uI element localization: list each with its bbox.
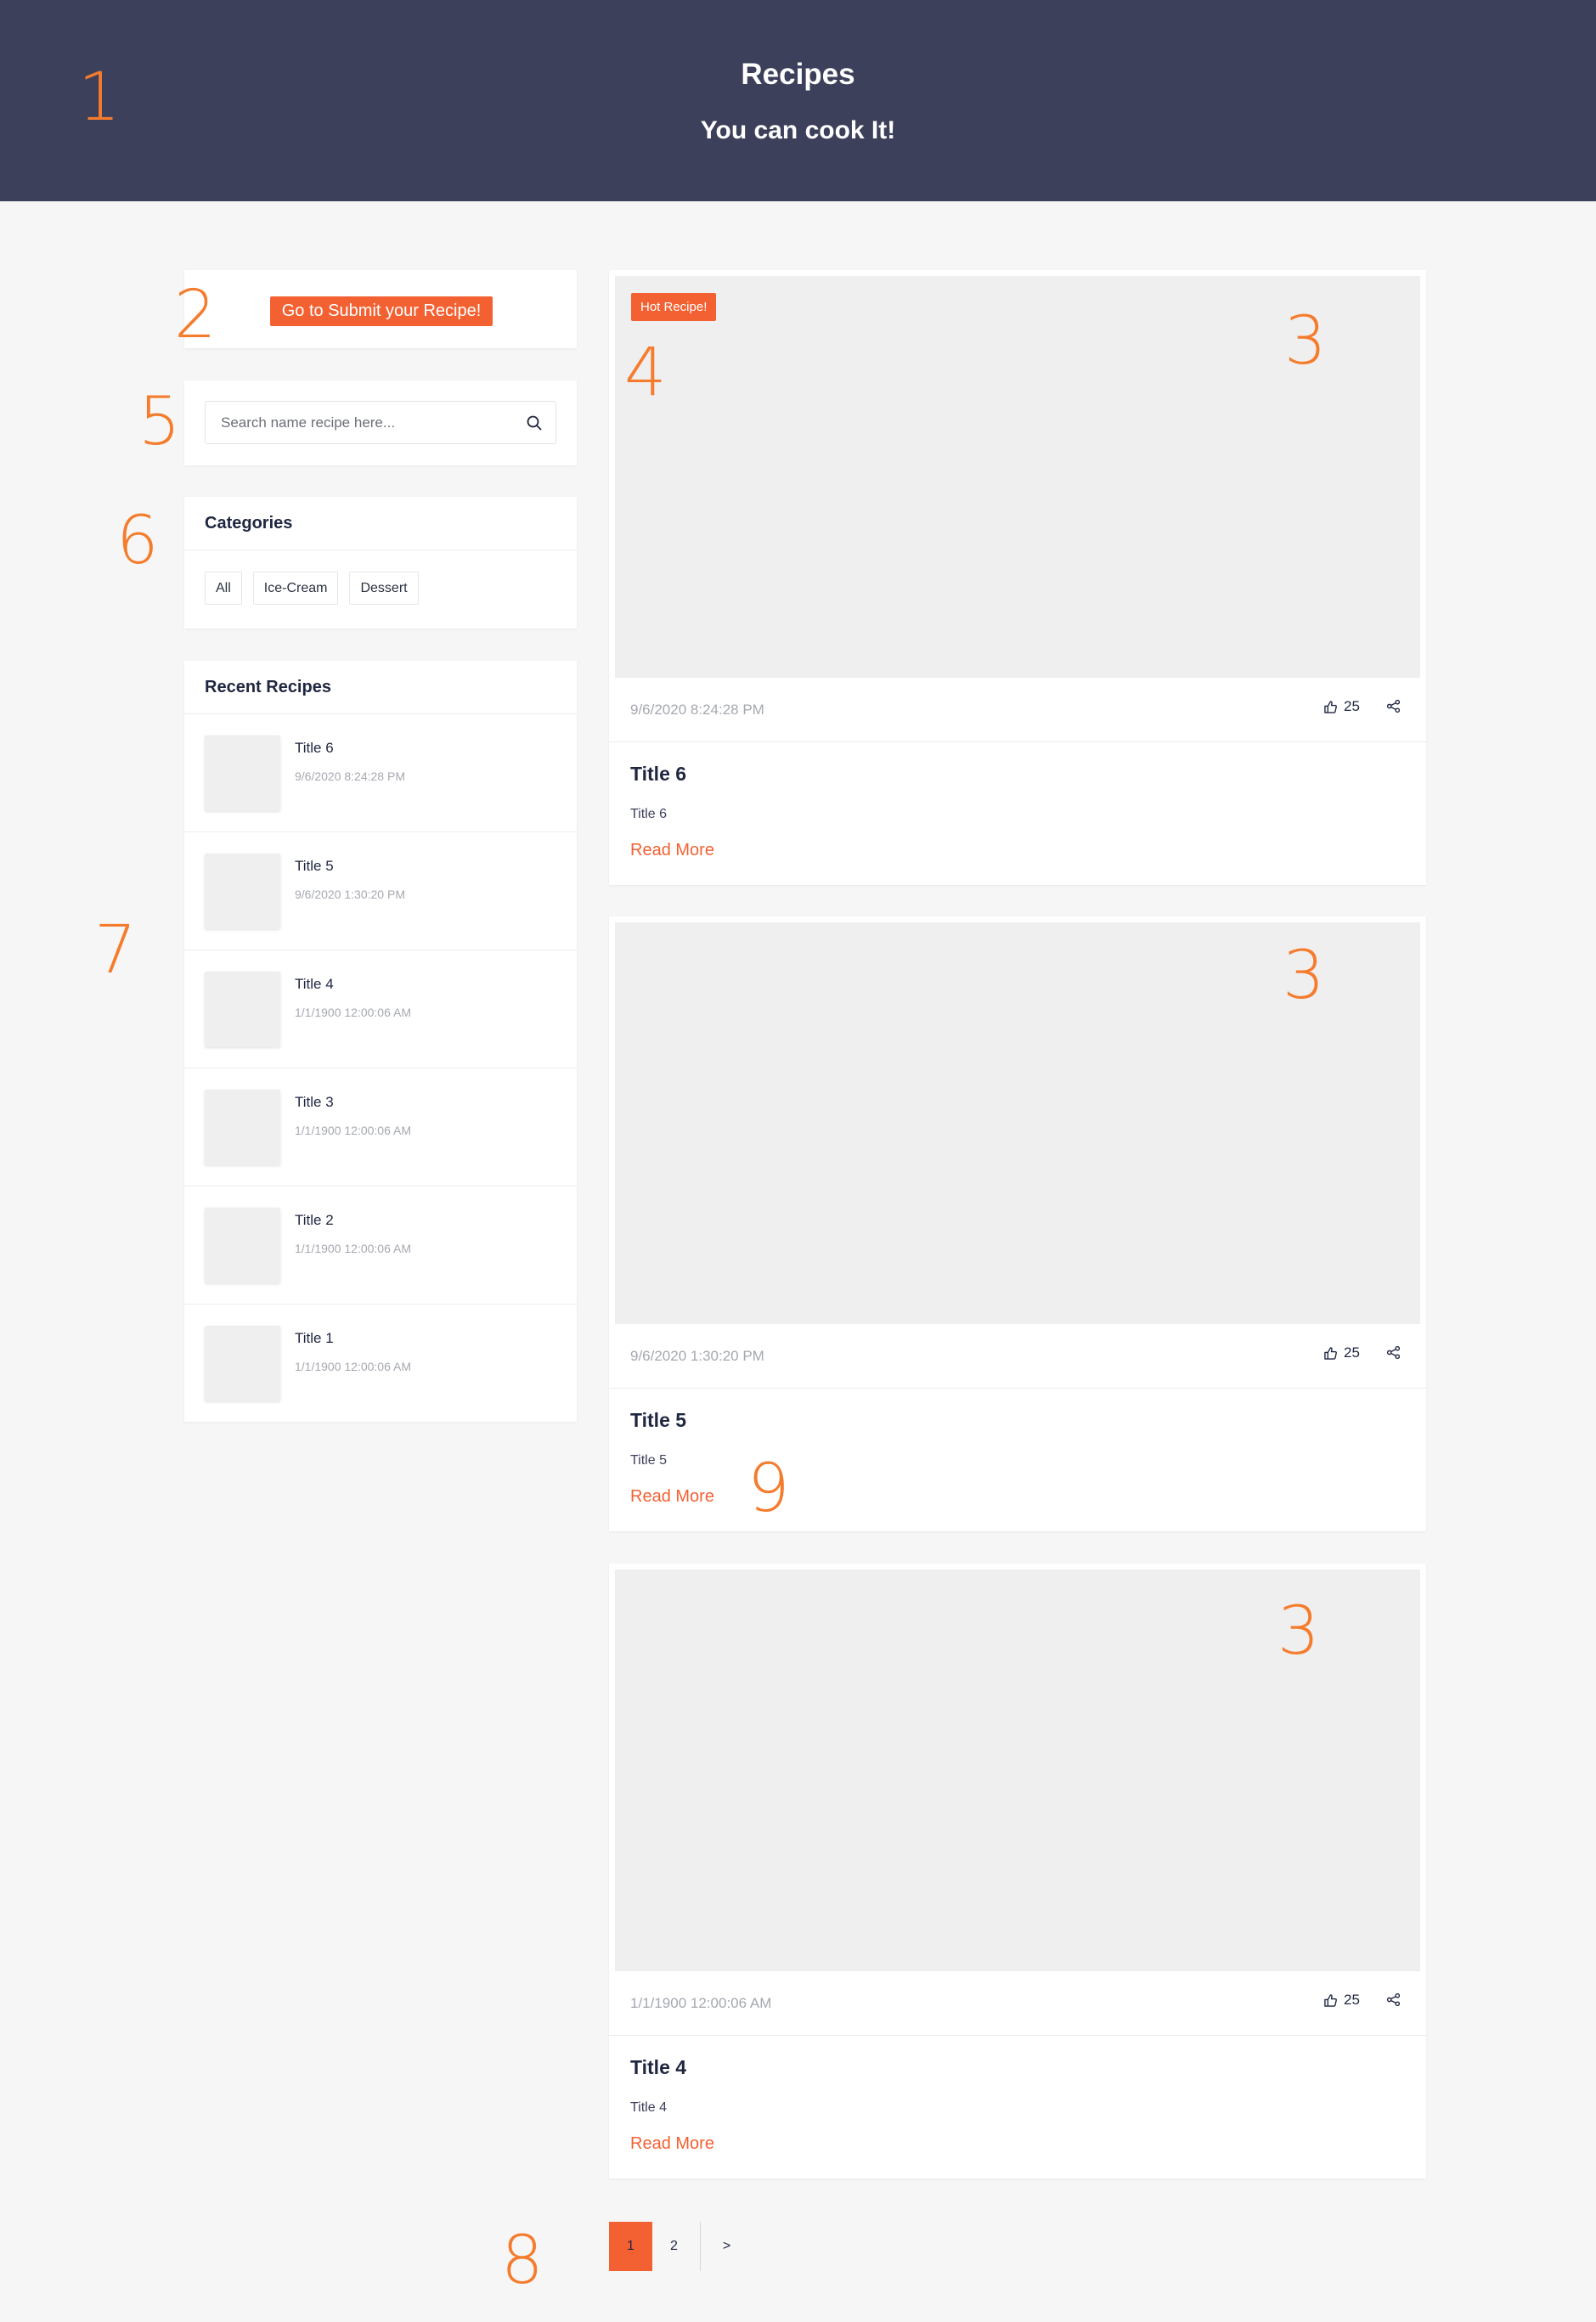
pagination-divider bbox=[700, 2222, 701, 2271]
annotation-marker: 3 bbox=[1277, 1593, 1320, 1670]
recent-recipe-title[interactable]: Title 6 bbox=[295, 740, 334, 757]
recent-recipe-item[interactable]: Title 1 1/1/1900 12:00:06 AM bbox=[184, 1305, 577, 1423]
recent-recipe-title[interactable]: Title 3 bbox=[295, 1094, 334, 1111]
category-tag-ice-cream[interactable]: Ice-Cream bbox=[252, 572, 339, 605]
recipe-title[interactable]: Title 6 bbox=[630, 763, 686, 786]
recent-recipe-date: 1/1/1900 12:00:06 AM bbox=[295, 1242, 411, 1255]
submit-recipe-button[interactable]: Go to Submit your Recipe! bbox=[270, 296, 493, 326]
recent-recipe-item[interactable]: Title 3 1/1/1900 12:00:06 AM bbox=[184, 1068, 577, 1186]
recipe-date: 1/1/1900 12:00:06 AM bbox=[630, 1995, 772, 2011]
annotation-marker: 3 bbox=[1284, 303, 1327, 380]
read-more-link[interactable]: Read More bbox=[630, 841, 714, 860]
recent-recipe-item[interactable]: Title 5 9/6/2020 1:30:20 PM bbox=[184, 832, 577, 950]
recipe-excerpt: Title 6 bbox=[630, 807, 667, 821]
recent-recipe-thumbnail[interactable] bbox=[205, 1208, 280, 1283]
categories-widget: Categories All Ice-Cream Dessert bbox=[184, 497, 577, 628]
thumbs-up-icon bbox=[1324, 1346, 1337, 1360]
recent-recipe-date: 9/6/2020 8:24:28 PM bbox=[295, 769, 405, 783]
recent-recipe-thumbnail[interactable] bbox=[205, 1326, 280, 1401]
like-count: 25 bbox=[1344, 1344, 1360, 1361]
recipe-meta: 1/1/1900 12:00:06 AM 25 bbox=[609, 1971, 1426, 2036]
categories-heading: Categories bbox=[184, 497, 577, 550]
site-header: Recipes You can cook It! bbox=[0, 0, 1596, 201]
recent-recipe-date: 1/1/1900 12:00:06 AM bbox=[295, 1360, 411, 1373]
recent-recipe-thumbnail[interactable] bbox=[205, 735, 280, 811]
recipe-title[interactable]: Title 5 bbox=[630, 1409, 686, 1432]
like-button[interactable]: 25 bbox=[1323, 1992, 1360, 2009]
annotation-marker: 8 bbox=[501, 2223, 544, 2299]
next-page-button[interactable]: > bbox=[705, 2222, 748, 2271]
recent-recipe-title[interactable]: Title 1 bbox=[295, 1330, 334, 1347]
recent-recipe-thumbnail[interactable] bbox=[205, 972, 280, 1047]
site-subtitle: You can cook It! bbox=[700, 116, 896, 144]
annotation-marker: 1 bbox=[78, 59, 121, 136]
recipe-title[interactable]: Title 4 bbox=[630, 2056, 686, 2079]
search-input[interactable] bbox=[206, 414, 513, 431]
hot-recipe-badge: Hot Recipe! bbox=[631, 293, 717, 321]
annotation-marker: 9 bbox=[747, 1451, 790, 1527]
recent-recipes-heading: Recent Recipes bbox=[184, 661, 577, 714]
recent-recipe-date: 9/6/2020 1:30:20 PM bbox=[295, 888, 405, 901]
like-count: 25 bbox=[1344, 1992, 1360, 2008]
recent-recipe-title[interactable]: Title 4 bbox=[295, 976, 334, 993]
annotation-marker: 5 bbox=[138, 384, 181, 460]
category-list: All Ice-Cream Dessert bbox=[205, 572, 419, 605]
read-more-link[interactable]: Read More bbox=[630, 2134, 714, 2154]
recipe-date: 9/6/2020 8:24:28 PM bbox=[630, 702, 764, 718]
recent-recipe-item[interactable]: Title 6 9/6/2020 8:24:28 PM bbox=[184, 714, 577, 832]
search-box bbox=[205, 401, 556, 444]
search-icon[interactable] bbox=[513, 402, 555, 443]
share-icon[interactable] bbox=[1386, 1992, 1401, 2011]
search-widget bbox=[184, 380, 577, 465]
recent-recipe-item[interactable]: Title 4 1/1/1900 12:00:06 AM bbox=[184, 950, 577, 1068]
recipe-meta: 9/6/2020 1:30:20 PM 25 bbox=[609, 1324, 1426, 1389]
share-icon[interactable] bbox=[1386, 1345, 1401, 1364]
annotation-marker: 3 bbox=[1283, 938, 1325, 1014]
category-tag-dessert[interactable]: Dessert bbox=[349, 572, 419, 605]
page-button-1[interactable]: 1 bbox=[609, 2222, 652, 2271]
page-button-2[interactable]: 2 bbox=[652, 2222, 696, 2271]
share-icon[interactable] bbox=[1386, 699, 1401, 718]
annotation-marker: 2 bbox=[174, 277, 217, 353]
like-button[interactable]: 25 bbox=[1323, 698, 1360, 715]
recent-recipe-date: 1/1/1900 12:00:06 AM bbox=[295, 1124, 411, 1137]
submit-widget: Go to Submit your Recipe! bbox=[184, 270, 577, 348]
category-tag-all[interactable]: All bbox=[205, 572, 242, 605]
recent-recipe-title[interactable]: Title 5 bbox=[295, 858, 334, 875]
thumbs-up-icon bbox=[1324, 700, 1337, 713]
annotation-marker: 4 bbox=[624, 335, 667, 411]
recipe-date: 9/6/2020 1:30:20 PM bbox=[630, 1348, 764, 1364]
pagination: 1 2 > bbox=[609, 2221, 748, 2272]
recent-recipe-thumbnail[interactable] bbox=[205, 1090, 280, 1165]
recipe-meta: 9/6/2020 8:24:28 PM 25 bbox=[609, 678, 1426, 742]
recent-recipes-widget: Recent Recipes Title 6 9/6/2020 8:24:28 … bbox=[184, 661, 577, 1422]
annotation-marker: 7 bbox=[94, 912, 137, 989]
recent-recipe-title[interactable]: Title 2 bbox=[295, 1212, 334, 1229]
like-button[interactable]: 25 bbox=[1323, 1344, 1360, 1361]
like-count: 25 bbox=[1344, 698, 1360, 714]
recipe-excerpt: Title 5 bbox=[630, 1453, 667, 1468]
site-title: Recipes bbox=[741, 58, 855, 91]
recipe-excerpt: Title 4 bbox=[630, 2100, 667, 2115]
read-more-link[interactable]: Read More bbox=[630, 1487, 714, 1507]
annotation-marker: 6 bbox=[116, 503, 159, 579]
recent-recipe-item[interactable]: Title 2 1/1/1900 12:00:06 AM bbox=[184, 1186, 577, 1305]
recent-recipe-date: 1/1/1900 12:00:06 AM bbox=[295, 1006, 411, 1019]
thumbs-up-icon bbox=[1324, 1993, 1337, 2007]
recent-recipe-thumbnail[interactable] bbox=[205, 854, 280, 929]
